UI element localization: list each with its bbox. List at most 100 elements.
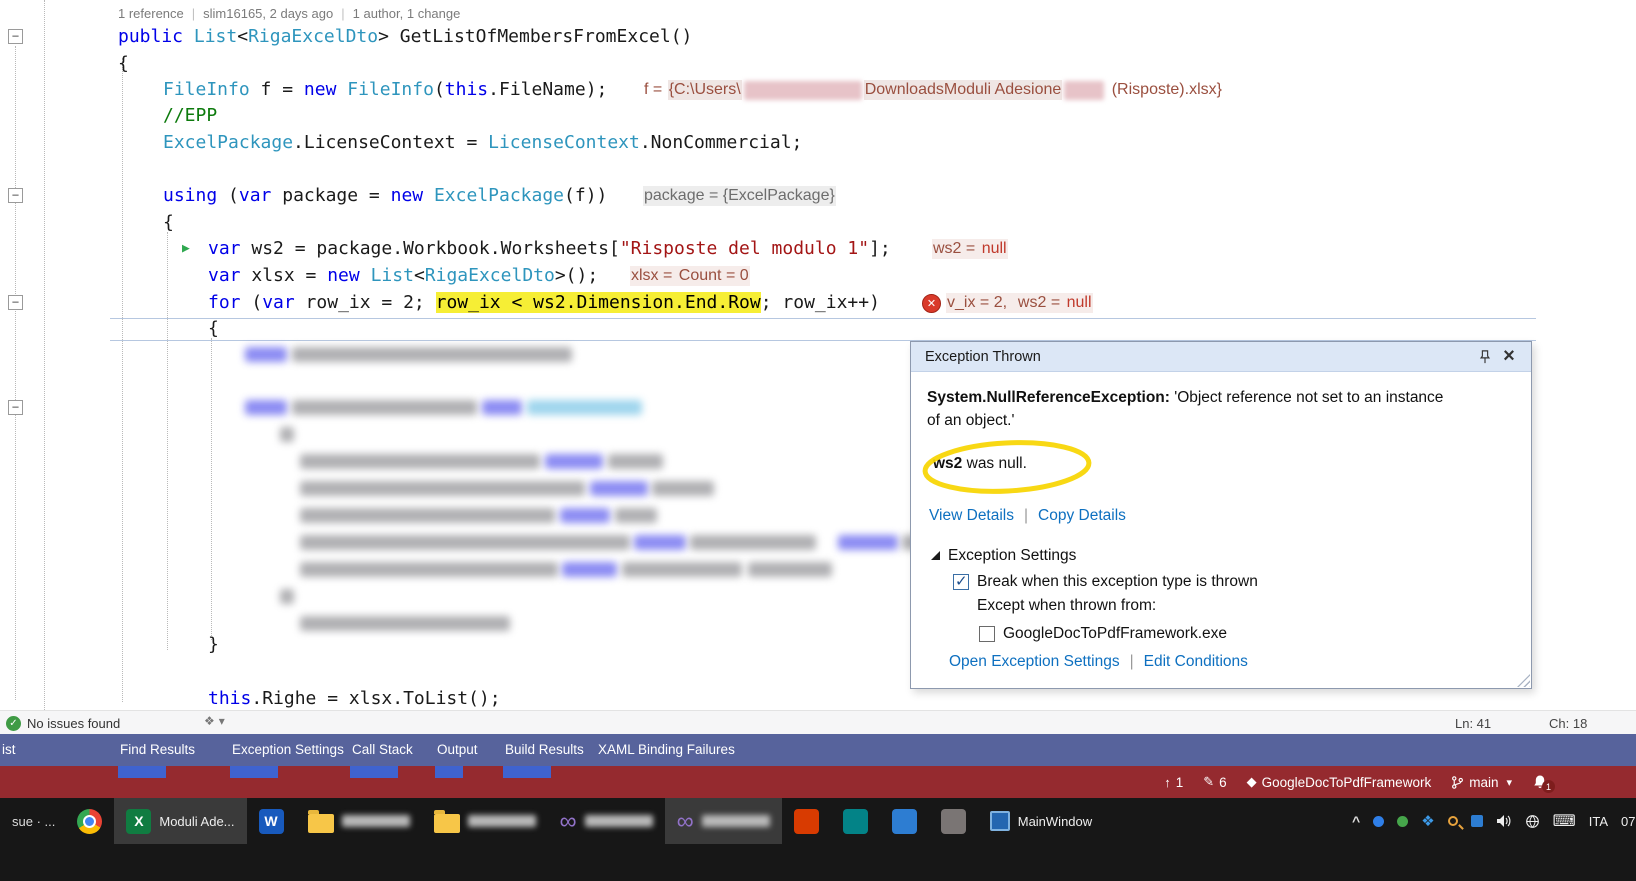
codelens-references[interactable]: 1 reference (118, 6, 184, 21)
panel-tab-xaml-binding-failures[interactable]: XAML Binding Failures (598, 734, 735, 766)
panel-tab-output[interactable]: Output (437, 734, 478, 766)
speaker-icon[interactable] (1496, 814, 1512, 828)
blurred-code (838, 535, 898, 550)
fold-collapse-marker[interactable]: − (8, 29, 23, 44)
teal-app-icon (842, 808, 868, 834)
debug-inline-value[interactable]: f = {C:\Users\ DownloadsModuli Adesione (… (643, 78, 1223, 102)
tab-indicator (230, 766, 278, 778)
blurred-code (300, 508, 555, 523)
system-tray: ^ ❖ ⌨ ITA 07 (1352, 811, 1636, 831)
branch-selector[interactable]: main ▾ (1451, 775, 1512, 790)
module-checkbox[interactable] (979, 625, 995, 642)
close-icon[interactable]: × (1497, 345, 1521, 368)
code-line: { (208, 318, 219, 339)
run-to-click-icon[interactable]: ▶ (182, 237, 190, 261)
exception-popup-header[interactable]: Exception Thrown × (911, 342, 1531, 372)
tray-app-blue-icon[interactable] (1373, 815, 1385, 827)
debug-inline-value[interactable]: package = {ExcelPackage} (643, 184, 836, 208)
health-indicator[interactable]: ✓ No issues found (6, 711, 120, 735)
filter-icon: ❖ (204, 714, 215, 728)
exception-popup-body: System.NullReferenceException: 'Object r… (911, 372, 1531, 671)
exception-error-icon[interactable]: ✕ (922, 293, 941, 313)
blurred-code (560, 508, 610, 523)
code-line: using (var package = new ExcelPackage(f)… (163, 185, 608, 206)
health-filter[interactable]: ❖ ▾ (204, 714, 225, 728)
language-indicator[interactable]: ITA (1589, 814, 1608, 829)
blurred-code (300, 454, 540, 469)
blurred-code (615, 508, 657, 523)
folder-icon (433, 809, 460, 833)
exception-settings-header[interactable]: Exception Settings (931, 547, 1513, 565)
keyboard-icon[interactable]: ⌨ (1553, 811, 1576, 831)
module-option-row: GoogleDocToPdfFramework.exe (979, 623, 1513, 645)
taskbar-button-teal[interactable] (831, 798, 880, 844)
blurred-code (527, 400, 642, 415)
dropbox-icon[interactable]: ❖ (1421, 812, 1434, 830)
blurred-code (245, 400, 287, 415)
taskbar-button-folder[interactable] (296, 798, 422, 844)
blurred-code (300, 562, 558, 577)
codelens-author[interactable]: slim16165, 2 days ago (203, 6, 333, 21)
debug-inline-value[interactable]: ws2 = null (932, 237, 1008, 261)
break-option-row: Break when this exception type is thrown (953, 571, 1513, 593)
word-icon: W (258, 808, 284, 834)
blue-app-icon (891, 808, 917, 834)
taskbar-button-excel[interactable]: X Moduli Ade... (114, 798, 247, 844)
vs-status-bar: ↑ 1 ✎ 6 ◆ GoogleDocToPdfFramework main ▾… (0, 766, 1636, 798)
expander-icon[interactable] (931, 551, 940, 560)
visual-studio-icon: ∞ (676, 807, 694, 835)
debug-inline-value[interactable]: xlsx = Count = 0 (630, 264, 750, 288)
panel-tab-build-results[interactable]: Build Results (505, 734, 584, 766)
tray-app-square-icon[interactable] (1470, 815, 1483, 827)
taskbar-button-folder[interactable] (422, 798, 548, 844)
view-details-link[interactable]: View Details (929, 507, 1014, 525)
fold-collapse-marker[interactable]: − (8, 188, 23, 203)
panel-tab-call-stack[interactable]: Call Stack (352, 734, 413, 766)
blurred-code (482, 400, 522, 415)
check-circle-icon: ✓ (6, 715, 21, 731)
notifications-bell[interactable]: 1 (1532, 774, 1555, 793)
null-text: was null. (962, 454, 1027, 472)
debug-inline-value[interactable]: ✕ v_ix = 2, ws2 = null (922, 291, 1093, 315)
exception-popup: Exception Thrown × System.NullReferenceE… (910, 341, 1532, 689)
codelens-changes[interactable]: 1 author, 1 change (353, 6, 461, 21)
panel-tab-find-results[interactable]: Find Results (120, 734, 195, 766)
blurred-code (562, 562, 617, 577)
notification-badge: 1 (1542, 780, 1555, 793)
pin-icon[interactable] (1473, 346, 1497, 368)
fold-collapse-marker[interactable]: − (8, 295, 23, 310)
taskbar-button-gray[interactable] (929, 798, 978, 844)
panel-tab-ist[interactable]: ist (2, 734, 16, 766)
taskbar-button-word[interactable]: W (247, 798, 296, 844)
resize-grip[interactable] (1517, 674, 1530, 687)
taskbar-button-partial[interactable]: sue · ... (2, 814, 65, 829)
network-icon[interactable] (1525, 814, 1540, 829)
outgoing-commits[interactable]: ↑ 1 (1164, 775, 1183, 790)
indent-guide (15, 46, 16, 700)
indent-guide (122, 58, 123, 702)
break-checkbox[interactable] (953, 572, 969, 590)
taskbar-button-vs[interactable]: ∞ (664, 798, 782, 844)
taskbar-button-blue[interactable] (880, 798, 929, 844)
chevron-up-icon[interactable]: ^ (1352, 813, 1360, 829)
taskbar-button-vs[interactable]: ∞ (548, 798, 665, 844)
redacted-text (1064, 80, 1105, 100)
blurred-code (590, 481, 648, 496)
taskbar-button-red[interactable] (782, 798, 831, 844)
redacted-text (743, 80, 862, 100)
taskbar-button-window[interactable]: MainWindow (978, 798, 1104, 844)
clock[interactable]: 07 (1621, 814, 1636, 829)
fold-collapse-marker[interactable]: − (8, 400, 23, 415)
repo-name: GoogleDocToPdfFramework (1261, 774, 1432, 790)
panel-tab-exception-settings[interactable]: Exception Settings (232, 734, 344, 766)
repository-selector[interactable]: ◆ GoogleDocToPdfFramework (1247, 774, 1432, 790)
tray-app-green-icon[interactable] (1397, 815, 1409, 827)
copy-details-link[interactable]: Copy Details (1038, 507, 1126, 525)
blurred-code (300, 535, 630, 550)
blurred-code (300, 481, 585, 496)
taskbar-button-chrome[interactable] (65, 798, 114, 844)
edit-conditions-link[interactable]: Edit Conditions (1144, 653, 1248, 671)
pending-changes[interactable]: ✎ 6 (1203, 774, 1226, 790)
open-exception-settings-link[interactable]: Open Exception Settings (949, 653, 1120, 671)
search-icon[interactable] (1447, 816, 1458, 826)
